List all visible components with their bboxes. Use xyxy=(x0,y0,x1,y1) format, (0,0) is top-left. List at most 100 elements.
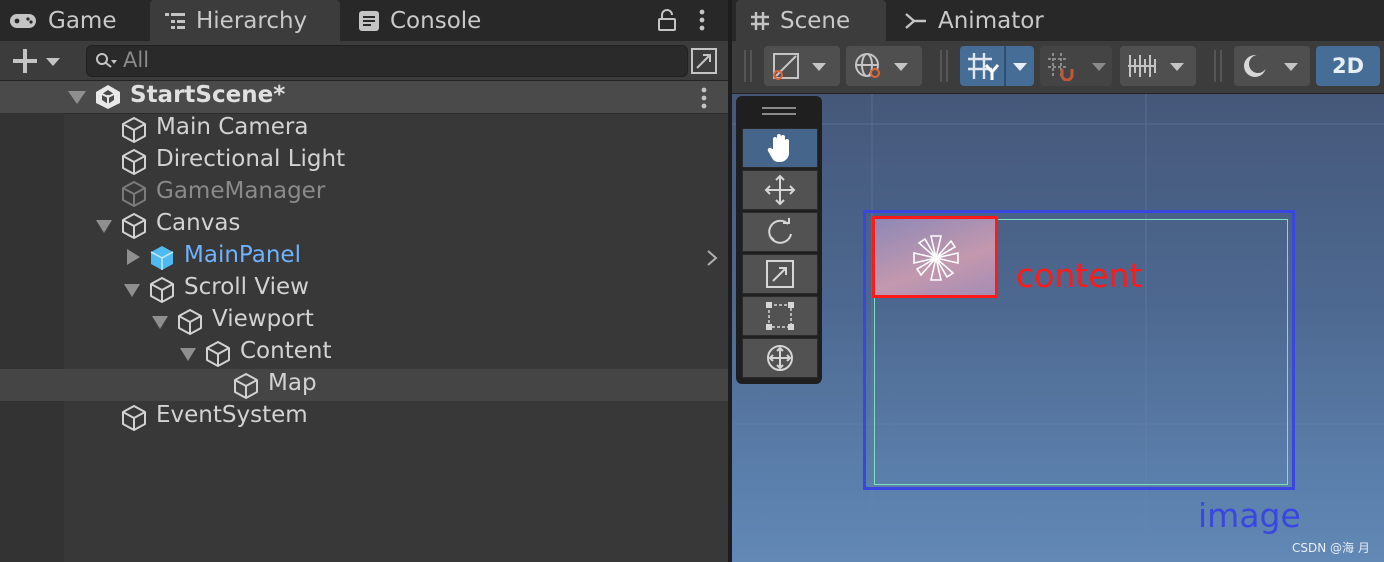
hierarchy-item-viewport[interactable]: Viewport xyxy=(0,305,728,337)
dropdown-arrow-icon xyxy=(1013,63,1027,71)
move-tool-button[interactable] xyxy=(742,170,818,210)
gameobject-cube-icon xyxy=(176,308,204,336)
item-label: MainPanel xyxy=(184,242,301,268)
pivot-flower-icon xyxy=(911,233,961,283)
scene-root-row[interactable]: StartScene* xyxy=(0,81,728,114)
draw-mode-icon xyxy=(771,51,801,81)
expand-scene-icon[interactable] xyxy=(690,47,718,75)
tab-animator[interactable]: Animator xyxy=(904,0,1064,41)
item-label: GameManager xyxy=(156,178,326,204)
split-divider xyxy=(1004,46,1006,86)
add-icon[interactable] xyxy=(12,49,62,73)
hierarchy-item-scroll-view[interactable]: Scroll View xyxy=(0,273,728,305)
dropdown-arrow-icon xyxy=(812,63,826,71)
dropdown-arrow-icon xyxy=(894,63,908,71)
hierarchy-item-eventsystem[interactable]: EventSystem xyxy=(0,401,728,433)
search-icon xyxy=(95,51,119,71)
left-tab-bar: Game Hierarchy Console xyxy=(0,0,728,41)
tab-label: Animator xyxy=(938,7,1044,34)
item-label: Directional Light xyxy=(156,146,346,172)
toggle-2d-button[interactable]: 2D xyxy=(1316,46,1380,86)
hierarchy-item-content[interactable]: Content xyxy=(0,337,728,369)
toolbar-grip xyxy=(744,50,746,82)
gameobject-cube-icon xyxy=(204,340,232,368)
item-label: EventSystem xyxy=(156,402,308,428)
gameobject-cube-icon xyxy=(148,276,176,304)
snap-grid-icon xyxy=(1046,51,1078,81)
scene-menu-icon[interactable] xyxy=(699,86,709,110)
expand-arrow-icon[interactable] xyxy=(152,316,168,329)
grid-snapping-dropdown[interactable] xyxy=(1040,46,1112,86)
expand-arrow-icon[interactable] xyxy=(96,220,112,233)
palette-grip[interactable] xyxy=(762,113,796,115)
scale-tool-button[interactable] xyxy=(742,254,818,294)
item-label: Viewport xyxy=(212,306,314,332)
tab-console[interactable]: Console xyxy=(358,0,508,41)
console-icon xyxy=(358,10,380,32)
gizmo-orientation-dropdown[interactable] xyxy=(846,46,922,86)
grid-visibility-dropdown[interactable] xyxy=(960,46,1034,86)
gameobject-cube-icon xyxy=(232,372,260,400)
grid-y-icon xyxy=(966,51,1002,81)
tab-label: Console xyxy=(390,7,482,34)
dropdown-arrow-icon xyxy=(1170,63,1184,71)
hierarchy-item-main-camera[interactable]: Main Camera xyxy=(0,113,728,145)
tab-scene[interactable]: Scene xyxy=(736,0,886,41)
expand-arrow-icon[interactable] xyxy=(124,284,140,297)
animator-icon xyxy=(904,11,928,31)
grid-hash-icon xyxy=(750,11,770,31)
hand-tool-button[interactable] xyxy=(742,128,818,168)
tab-label: Game xyxy=(48,7,117,34)
toolbar-separator xyxy=(946,50,948,82)
collapse-arrow-icon[interactable] xyxy=(68,91,86,104)
search-placeholder: All xyxy=(123,48,150,72)
scene-name: StartScene* xyxy=(130,82,286,108)
gamepad-icon xyxy=(8,11,38,31)
content-annotation: content xyxy=(1016,256,1143,295)
ruler-ticks-icon xyxy=(1126,51,1158,81)
gameobject-cube-icon xyxy=(120,212,148,240)
tab-label: Scene xyxy=(780,7,851,34)
item-label: Main Camera xyxy=(156,114,309,140)
hierarchy-item-directional-light[interactable]: Directional Light xyxy=(0,145,728,177)
item-label: Scroll View xyxy=(184,274,309,300)
dropdown-arrow-icon xyxy=(1284,63,1298,71)
item-label: Canvas xyxy=(156,210,241,236)
toolbar-separator xyxy=(1214,50,1216,82)
transform-tool-button[interactable] xyxy=(742,338,818,378)
toolbar-separator xyxy=(940,50,942,82)
tab-label: Hierarchy xyxy=(196,7,308,34)
rect-tool-button[interactable] xyxy=(742,296,818,336)
hierarchy-item-canvas[interactable]: Canvas xyxy=(0,209,728,241)
rotate-tool-button[interactable] xyxy=(742,212,818,252)
expand-arrow-icon[interactable] xyxy=(180,348,196,361)
sphere-shading-icon xyxy=(1240,51,1270,81)
hierarchy-item-map[interactable]: Map xyxy=(0,369,728,401)
tab-hierarchy[interactable]: Hierarchy xyxy=(150,0,340,41)
gameobject-cube-icon xyxy=(120,180,148,208)
shading-mode-dropdown[interactable] xyxy=(1234,46,1310,86)
right-tab-bar: Scene Animator xyxy=(732,0,1384,41)
prefab-cube-icon xyxy=(148,244,176,272)
search-input[interactable]: All xyxy=(86,45,688,77)
lock-icon[interactable] xyxy=(656,8,678,32)
draw-mode-dropdown[interactable] xyxy=(764,46,840,86)
collapsed-arrow-icon[interactable] xyxy=(127,249,140,265)
hierarchy-item-gamemanager[interactable]: GameManager xyxy=(0,177,728,209)
tab-game[interactable]: Game xyxy=(8,0,148,41)
content-rect[interactable] xyxy=(872,216,998,298)
gameobject-cube-icon xyxy=(120,148,148,176)
globe-icon xyxy=(853,51,883,81)
increment-snap-dropdown[interactable] xyxy=(1120,46,1196,86)
hierarchy-icon xyxy=(164,11,186,31)
image-annotation: image xyxy=(1198,496,1301,535)
palette-grip[interactable] xyxy=(762,107,796,109)
unity-scene-icon xyxy=(94,84,122,110)
watermark: CSDN @海 月 xyxy=(1292,541,1370,555)
open-prefab-chevron-icon[interactable] xyxy=(706,249,718,267)
toolbar-separator xyxy=(1220,50,1222,82)
dropdown-arrow-icon xyxy=(1092,63,1106,71)
more-options-icon[interactable] xyxy=(697,8,707,32)
gameobject-cube-icon xyxy=(120,116,148,144)
hierarchy-item-mainpanel[interactable]: MainPanel xyxy=(0,241,728,273)
